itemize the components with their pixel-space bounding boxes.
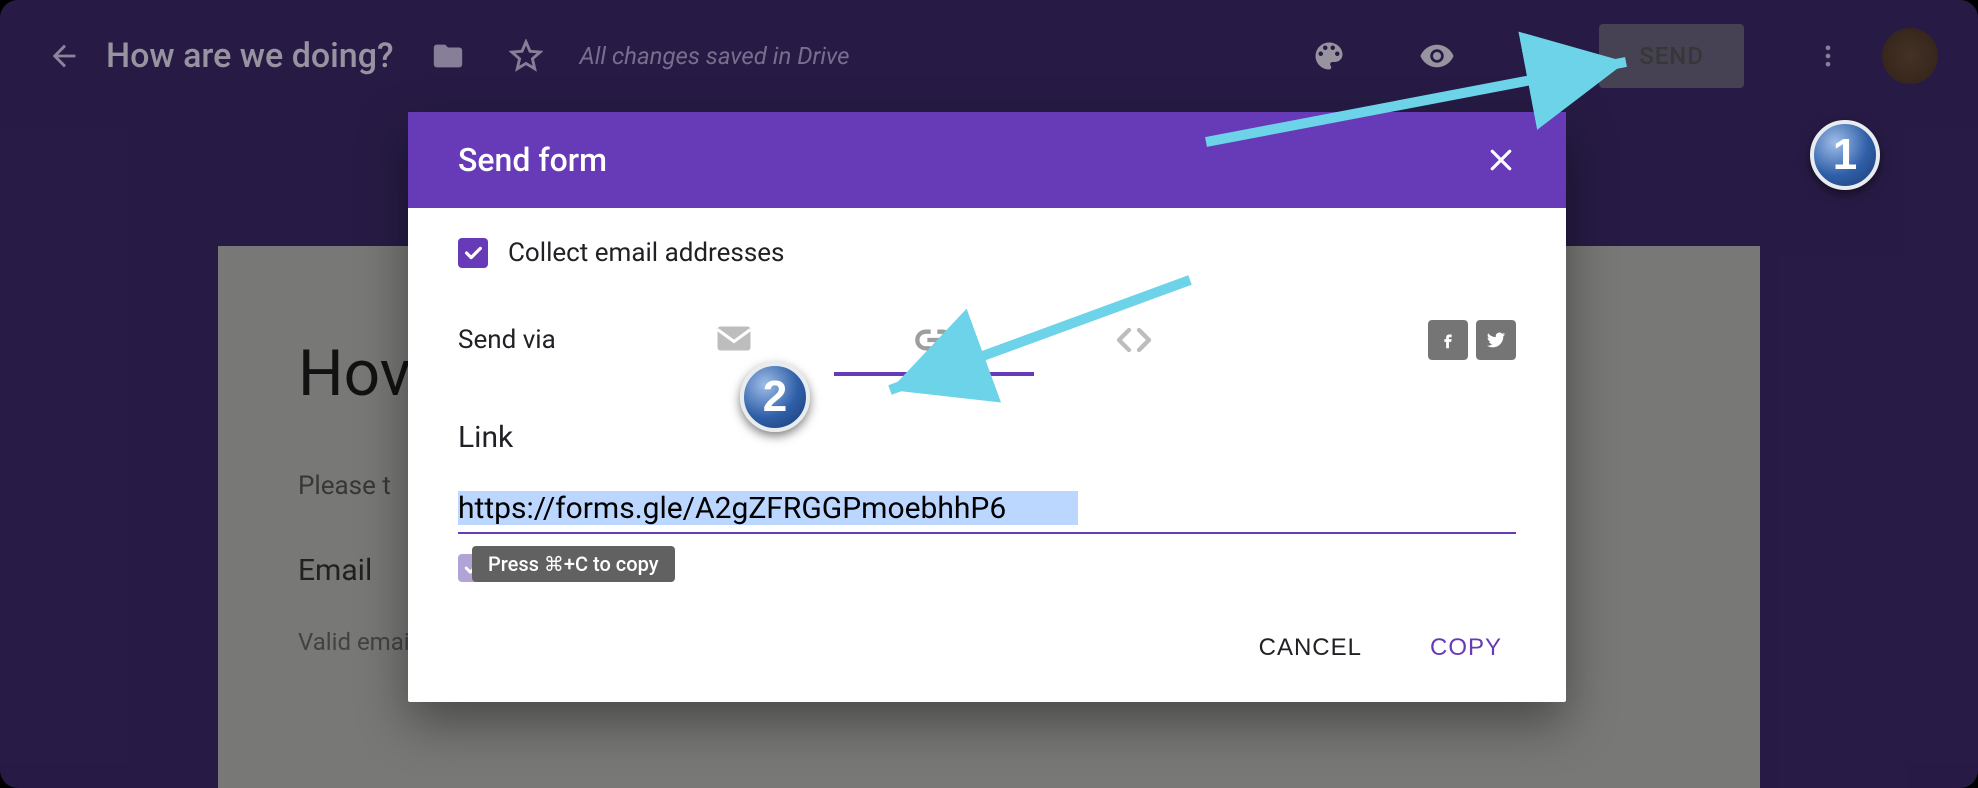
check-icon <box>462 242 484 264</box>
collect-emails-label: Collect email addresses <box>508 238 784 268</box>
cancel-button[interactable]: CANCEL <box>1235 618 1386 678</box>
share-facebook-button[interactable] <box>1428 320 1468 360</box>
link-section-label: Link <box>458 420 1516 455</box>
twitter-icon <box>1485 329 1507 351</box>
send-via-link-tab[interactable] <box>834 310 1034 370</box>
share-twitter-button[interactable] <box>1476 320 1516 360</box>
send-via-email-tab[interactable] <box>634 310 834 370</box>
copy-tooltip: Press ⌘+C to copy <box>472 546 675 582</box>
annotation-badge-1: 1 <box>1810 120 1880 190</box>
collect-emails-row: Collect email addresses <box>458 238 1516 268</box>
embed-icon <box>1114 320 1154 360</box>
dialog-footer: CANCEL COPY <box>408 594 1566 702</box>
copy-button[interactable]: COPY <box>1406 618 1526 678</box>
facebook-icon <box>1437 329 1459 351</box>
collect-emails-checkbox[interactable] <box>458 238 488 268</box>
send-via-label: Send via <box>458 325 634 355</box>
link-url-field[interactable] <box>458 491 1516 534</box>
app-frame: How are we doing? All changes saved in D… <box>0 0 1978 788</box>
dialog-header: Send form <box>408 112 1566 208</box>
mail-icon <box>715 325 753 355</box>
send-via-embed-tab[interactable] <box>1034 310 1234 370</box>
dialog-title: Send form <box>458 141 607 179</box>
close-icon <box>1486 145 1516 175</box>
annotation-badge-2: 2 <box>740 362 810 432</box>
link-icon <box>914 320 954 360</box>
send-via-row: Send via <box>458 310 1516 370</box>
close-button[interactable] <box>1486 145 1516 175</box>
send-form-dialog: Send form Collect email addresses Send v… <box>408 112 1566 702</box>
